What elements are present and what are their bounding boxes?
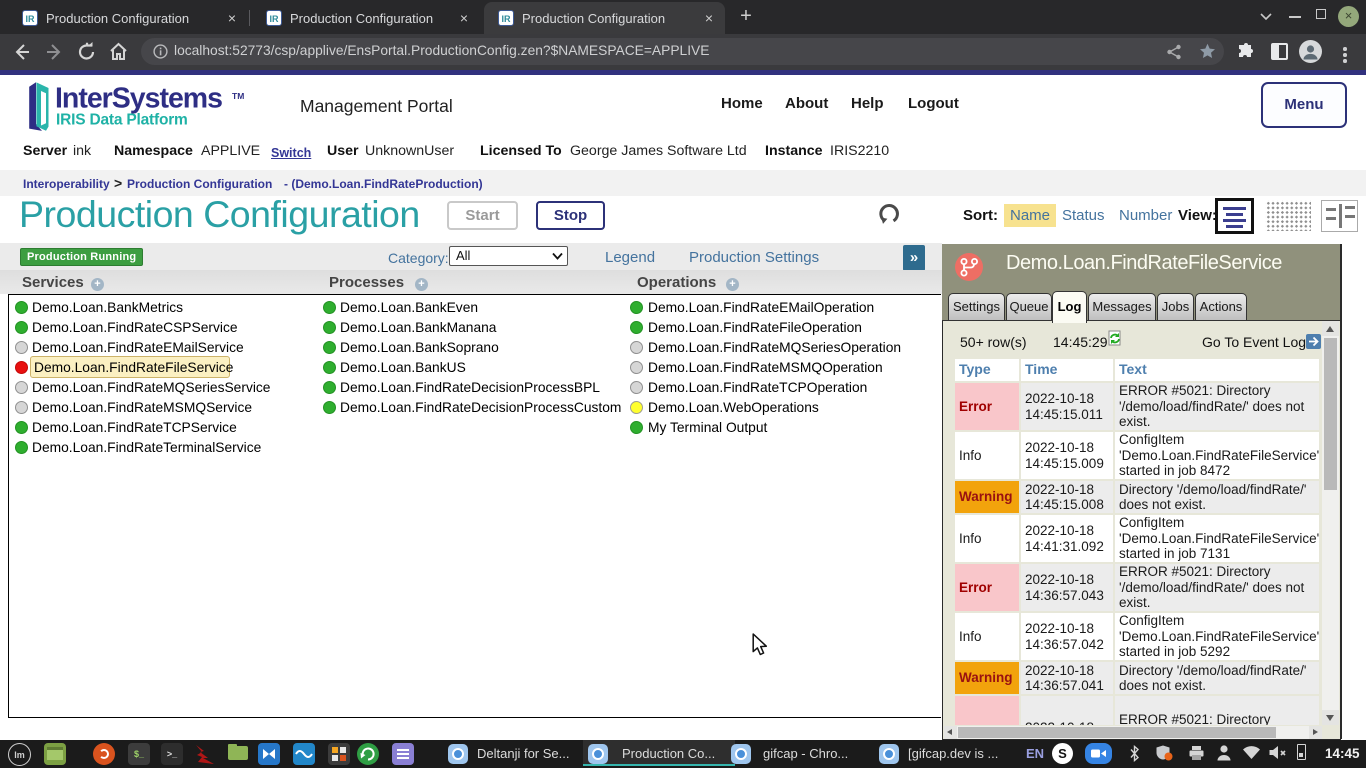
- svg-text:InterSystems: InterSystems: [55, 83, 222, 115]
- svg-text:TM: TM: [232, 91, 244, 101]
- svg-text:IRIS Data Platform: IRIS Data Platform: [56, 112, 188, 129]
